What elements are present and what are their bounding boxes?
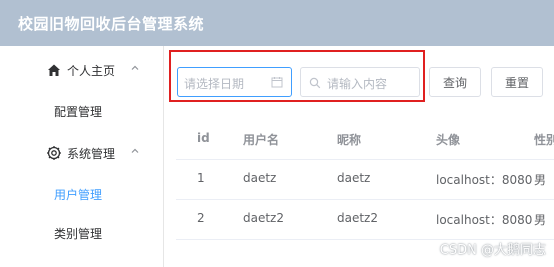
date-placeholder: 请选择日期 — [184, 77, 245, 91]
table-cell: daetz2 — [337, 211, 378, 225]
table-cell: localhost：8080 — [436, 173, 533, 187]
column-header: id — [197, 131, 210, 145]
table-row[interactable]: 2 daetz2 daetz2 localhost：8080 男 — [176, 199, 554, 240]
table-row[interactable]: 1 daetz daetz localhost：8080 男 — [176, 159, 554, 200]
watermark: CSDN @大鹅同志 — [439, 243, 546, 258]
column-header: 性别 — [534, 133, 554, 147]
sidebar-item-label: 用户管理 — [54, 188, 103, 202]
table-header-row: id 用户名 昵称 头像 性别 — [176, 119, 554, 160]
query-button[interactable]: 查询 — [429, 67, 481, 97]
table-cell: 男 — [534, 213, 547, 227]
table-cell: 2 — [197, 211, 205, 225]
sidebar-item-categories[interactable]: 类别管理 — [0, 217, 163, 249]
table-cell: localhost：8080 — [436, 213, 533, 227]
sidebar-item-label: 系统管理 — [67, 147, 116, 161]
search-placeholder: 请输入内容 — [327, 77, 388, 91]
column-header: 用户名 — [243, 133, 280, 147]
table-cell: daetz — [243, 171, 277, 185]
table-cell: 1 — [197, 171, 205, 185]
table-cell: 男 — [534, 173, 547, 187]
chevron-up-icon — [131, 148, 139, 153]
main-content: 请选择日期 请输入内容 查询 重置 id 用户名 昵称 头像 性别 1 daet… — [164, 46, 554, 267]
sidebar-item-config[interactable]: 配置管理 — [0, 95, 163, 127]
gear-icon — [47, 146, 61, 160]
sidebar-item-label: 个人主页 — [67, 64, 116, 78]
column-header: 头像 — [436, 133, 461, 147]
sidebar-item-system[interactable]: 系统管理 — [0, 137, 163, 169]
column-header: 昵称 — [337, 133, 362, 147]
chevron-up-icon — [131, 65, 139, 70]
app-header: 校园旧物回收后台管理系统 — [0, 0, 554, 46]
table-cell: daetz — [337, 171, 371, 185]
home-icon — [48, 64, 60, 76]
search-input[interactable]: 请输入内容 — [300, 67, 420, 97]
table-cell: daetz2 — [243, 211, 284, 225]
sidebar-item-label: 配置管理 — [54, 105, 103, 119]
sidebar-item-users[interactable]: 用户管理 — [0, 178, 163, 210]
reset-button[interactable]: 重置 — [491, 67, 543, 97]
calendar-icon — [271, 77, 283, 88]
search-icon — [309, 77, 321, 89]
sidebar-item-label: 类别管理 — [54, 227, 103, 241]
app-title: 校园旧物回收后台管理系统 — [18, 15, 205, 33]
date-picker[interactable]: 请选择日期 — [177, 67, 292, 97]
sidebar-item-home[interactable]: 个人主页 — [0, 54, 163, 86]
sidebar: 个人主页 配置管理 系统管理 用户管理 类别管理 — [0, 46, 164, 267]
